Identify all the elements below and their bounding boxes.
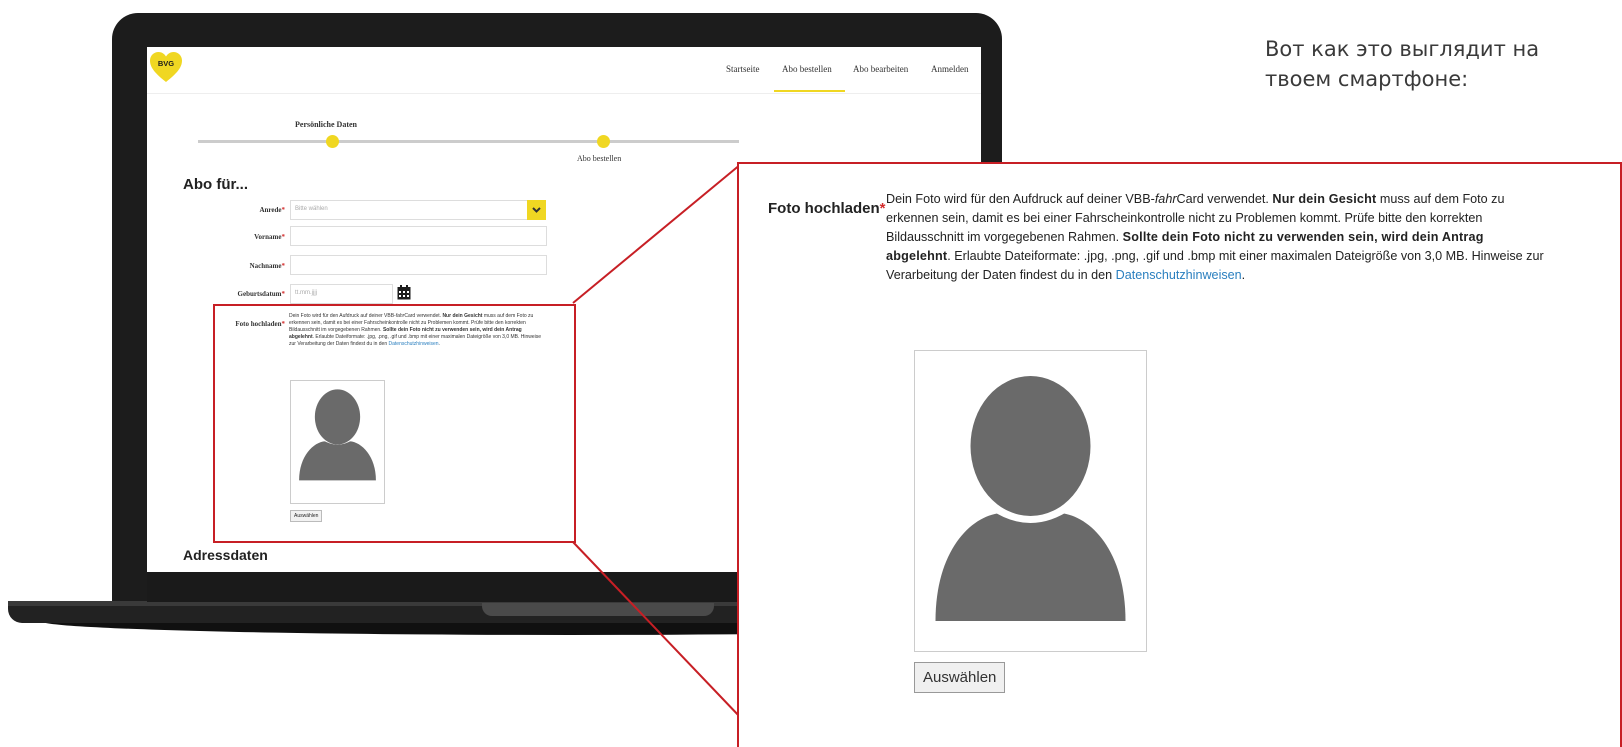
- step-dot-order: [597, 135, 610, 148]
- photo-preview-frame: [290, 380, 385, 504]
- address-section-title: Adressdaten: [183, 547, 268, 563]
- nachname-label-text: Nachname: [249, 262, 282, 270]
- nav-abo-bearbeiten[interactable]: Abo bearbeiten: [853, 64, 908, 74]
- step-track: [198, 140, 739, 143]
- geburtsdatum-label-text: Geburtsdatum: [237, 290, 282, 298]
- caption-line-1: Вот как это выглядит на: [1265, 37, 1540, 61]
- zoom-photo-preview-frame: [914, 350, 1147, 652]
- zoom-photo-upload-description: Dein Foto wird für den Aufdruck auf dein…: [886, 192, 1544, 282]
- required-asterisk: *: [879, 200, 886, 217]
- nav-abo-bestellen[interactable]: Abo bestellen: [782, 64, 832, 74]
- header-divider: [147, 93, 981, 94]
- select-photo-button[interactable]: Auswählen: [914, 662, 1006, 693]
- caption-line-2: твоем смартфоне:: [1265, 67, 1469, 91]
- geburtsdatum-input[interactable]: tt.mm.jjjj: [290, 284, 393, 304]
- nav-startseite[interactable]: Startseite: [726, 64, 760, 74]
- anrede-label: Anrede*: [259, 206, 285, 214]
- anrede-label-text: Anrede: [259, 206, 282, 214]
- vorname-input[interactable]: [290, 226, 547, 246]
- privacy-link[interactable]: Datenschutzhinweisen: [1116, 268, 1242, 282]
- zoom-avatar-placeholder-icon: [935, 376, 1126, 621]
- caption: Вот как это выглядит на твоем смартфоне:: [1265, 34, 1539, 94]
- photo-upload-description: Dein Foto wird für den Aufdruck auf dein…: [289, 313, 542, 347]
- anrede-select[interactable]: Bitte wählen: [290, 200, 528, 220]
- step-dot-personal: [326, 135, 339, 148]
- anrede-dropdown-button[interactable]: [527, 200, 546, 220]
- photo-upload-zoom-panel: Foto hochladen* Dein Foto wird für den A…: [737, 162, 1622, 747]
- logo-text: BVG: [158, 59, 174, 68]
- select-photo-button-small[interactable]: Auswählen: [290, 510, 323, 522]
- zoom-photo-upload-label-text: Foto hochladen: [768, 200, 880, 217]
- step-label-order: Abo bestellen: [577, 154, 622, 163]
- chevron-down-icon: [532, 207, 541, 213]
- step-label-personal: Persönliche Daten: [295, 120, 357, 129]
- vorname-label-text: Vorname: [254, 233, 282, 241]
- nachname-label: Nachname*: [249, 262, 285, 270]
- laptop-notch: [482, 603, 714, 616]
- photo-upload-label-text: Foto hochladen: [235, 320, 282, 328]
- avatar-placeholder-icon: [299, 389, 376, 481]
- nav-anmelden[interactable]: Anmelden: [931, 64, 969, 74]
- nav-active-indicator: [774, 90, 845, 92]
- nachname-input[interactable]: [290, 255, 547, 275]
- section-title: Abo für...: [183, 176, 248, 193]
- photo-upload-label: Foto hochladen*: [235, 320, 285, 328]
- vorname-label: Vorname*: [254, 233, 285, 241]
- calendar-icon[interactable]: [397, 285, 411, 300]
- zoom-photo-upload-label: Foto hochladen*: [768, 200, 886, 217]
- bvg-logo[interactable]: BVG: [149, 51, 183, 83]
- geburtsdatum-label: Geburtsdatum*: [237, 290, 285, 298]
